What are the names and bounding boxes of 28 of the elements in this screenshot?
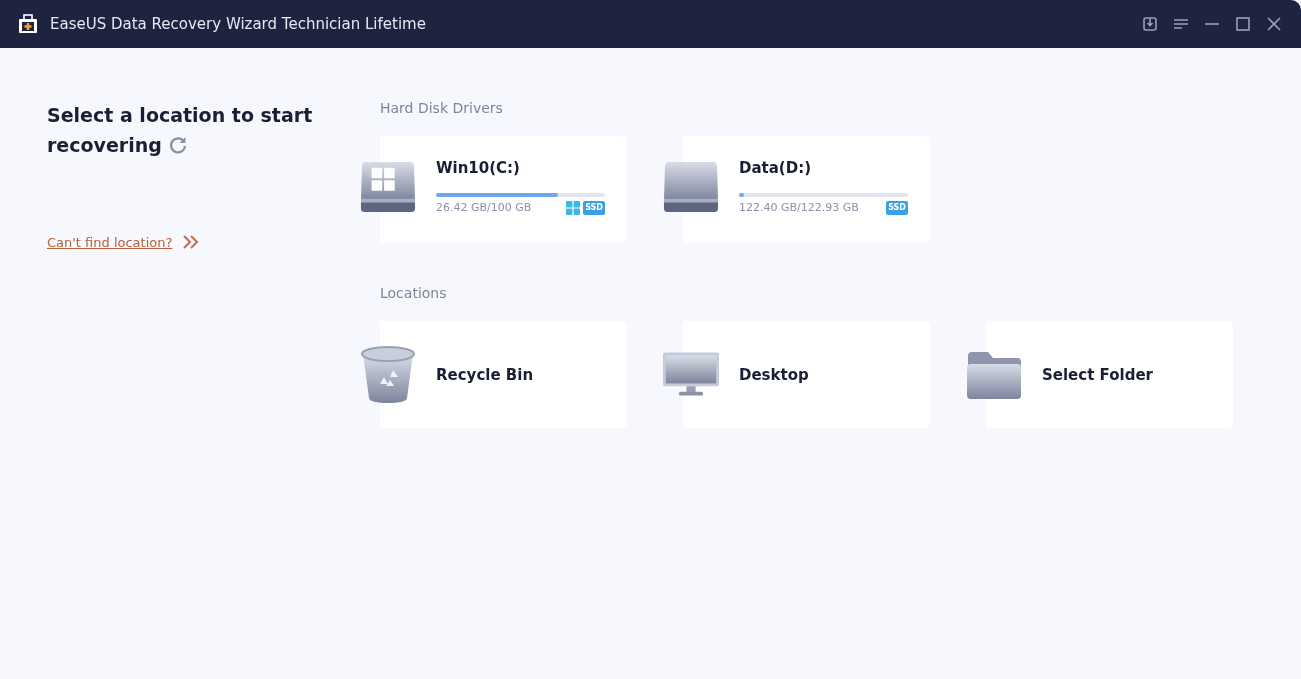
window-title: EaseUS Data Recovery Wizard Technician Lifetime: [50, 15, 427, 33]
section-label: Hard Disk Drivers: [380, 100, 504, 116]
double-chevron-icon: [182, 234, 201, 250]
maximize-icon[interactable]: [1234, 15, 1252, 33]
location-card[interactable]: Recycle Bin: [360, 321, 627, 428]
ssd-badge: SSD: [583, 200, 605, 215]
usage-text: 122.40 GB/122.93 GB: [739, 201, 860, 214]
close-icon[interactable]: [1265, 15, 1283, 33]
section-label: Locations: [380, 285, 448, 301]
help-link[interactable]: Can't find location?: [47, 234, 173, 250]
location-name: Recycle Bin: [436, 365, 535, 384]
page-heading: Select a location to start recovering: [47, 103, 314, 158]
recycle-bin-icon: [360, 345, 416, 404]
first-aid-kit-icon: [18, 14, 38, 34]
drive-name: Data(D:): [739, 158, 813, 177]
monitor-icon: [663, 350, 719, 399]
usage-text: 26.42 GB/100 GB: [436, 201, 533, 214]
ssd-badge: SSD: [886, 200, 908, 215]
drive-name: Win10(C:): [436, 158, 521, 177]
drive-card[interactable]: Data(D:) 122.40 GB/122.93 GB SSD: [663, 136, 930, 243]
location-card[interactable]: Desktop: [663, 321, 930, 428]
download-icon[interactable]: [1141, 15, 1159, 33]
refresh-icon: [167, 135, 188, 155]
folder-icon: [966, 349, 1022, 400]
location-card[interactable]: Select Folder: [966, 321, 1233, 428]
location-name: Select Folder: [1042, 365, 1154, 384]
location-name: Desktop: [739, 365, 810, 384]
drive-card[interactable]: Win10(C:) 26.42 GB/100 GB SSD: [360, 136, 627, 243]
